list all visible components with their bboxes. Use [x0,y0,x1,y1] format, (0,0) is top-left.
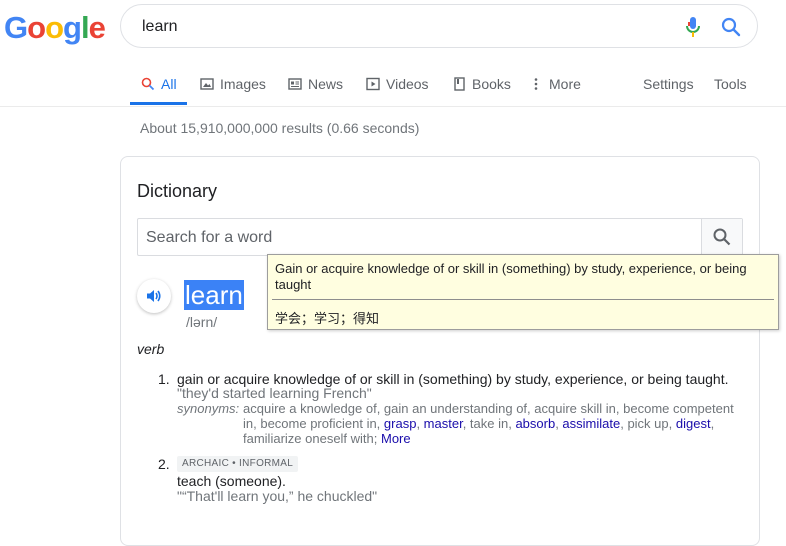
definition-example: "they'd started learning French" [177,385,372,401]
translation-tooltip: Gain or acquire knowledge of or skill in… [267,254,779,330]
search-icon [713,228,731,246]
google-logo[interactable]: Google [4,10,106,46]
phonetic: /lərn/ [186,314,218,330]
synonym-link[interactable]: absorb [515,416,555,431]
tab-label: Tools [714,76,747,92]
logo-letter-g2: g [63,10,82,45]
synonym-link[interactable]: master [424,416,463,431]
tab-label: All [161,76,177,92]
search-icon [141,77,155,91]
synonym-link[interactable]: digest [676,416,711,431]
dictionary-search-box[interactable]: Search for a word [137,218,743,256]
definition-example: "“That'll learn you,” he chuckled" [177,488,378,504]
book-icon [454,77,465,91]
tooltip-divider [272,299,774,300]
logo-letter-e: e [88,10,106,45]
search-box[interactable]: learn [120,4,758,48]
synonym-link[interactable]: grasp [384,416,417,431]
tab-label: Settings [643,76,694,92]
tab-images[interactable]: Images [200,76,266,92]
dictionary-headword: learn [184,280,244,310]
tab-books[interactable]: Books [452,76,511,92]
dictionary-search-input[interactable]: Search for a word [146,229,272,247]
result-stats: About 15,910,000,000 results (0.66 secon… [140,120,420,136]
tab-label: Videos [386,76,429,92]
pronunciation-button[interactable] [137,279,171,313]
logo-letter-o1: o [27,10,46,45]
more-vert-icon [534,78,538,90]
tab-settings[interactable]: Settings [643,76,694,92]
logo-letter-l: l [80,10,90,45]
search-input[interactable]: learn [142,18,178,36]
tab-label: More [549,76,581,92]
logo-letter-o2: o [45,10,64,45]
dictionary-title: Dictionary [137,181,218,201]
synonyms-sep: , [416,416,424,431]
tab-videos[interactable]: Videos [366,76,429,92]
definition-text: teach (someone). [177,473,286,489]
synonyms-plain: , pick up, [620,416,676,431]
microphone-icon[interactable] [684,16,702,38]
synonyms-label: synonyms: [177,401,240,416]
active-tab-indicator [130,102,187,105]
dictionary-search-button[interactable] [701,219,742,255]
definition-number: 2. [158,456,170,472]
synonym-link[interactable]: assimilate [562,416,620,431]
play-icon [366,77,380,91]
tab-label: Books [472,76,511,92]
synonyms-list: acquire a knowledge of, gain an understa… [243,401,743,446]
speaker-icon [147,290,161,302]
tooltip-definition: Gain or acquire knowledge of or skill in… [275,261,747,292]
tab-tools[interactable]: Tools [714,76,747,92]
news-icon [288,78,302,90]
tab-label: Images [220,76,266,92]
tab-more[interactable]: More [529,76,581,92]
tab-news[interactable]: News [288,76,343,92]
part-of-speech: verb [137,341,165,357]
tab-all[interactable]: All [141,76,177,92]
definition-number: 1. [158,371,170,387]
synonyms-plain: , take in, [462,416,516,431]
more-synonyms-link[interactable]: More [381,431,411,446]
logo-letter-g: G [4,10,28,45]
register-badge: ARCHAIC • INFORMAL [177,456,299,472]
tooltip-translation: 学会；学习；得知 [275,312,380,327]
search-icon[interactable] [721,17,741,37]
search-tabs: All Images News Videos Books More Settin… [0,70,786,107]
image-icon [200,78,214,90]
tab-label: News [308,76,344,92]
